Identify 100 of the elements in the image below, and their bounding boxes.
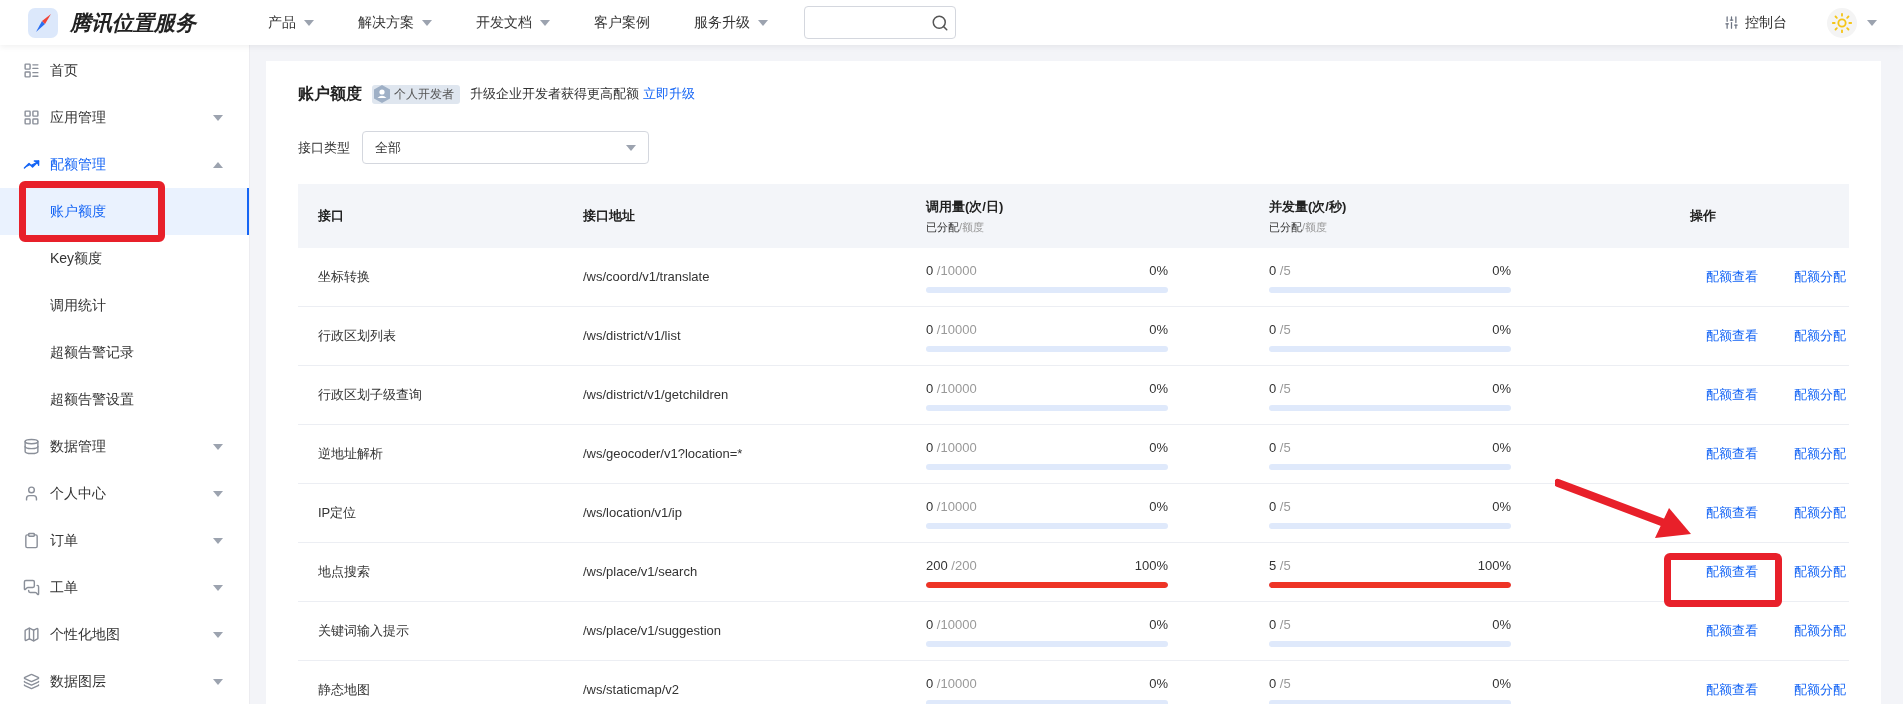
- usage-value: 0 /10000: [926, 380, 977, 399]
- avatar[interactable]: [1827, 7, 1857, 38]
- usage-percent: 0%: [1492, 675, 1511, 694]
- nav-menu[interactable]: 解决方案: [358, 12, 432, 33]
- action-link[interactable]: 配额查看: [1706, 267, 1758, 287]
- sidebar-item[interactable]: 个人中心: [0, 470, 249, 517]
- action-link[interactable]: 配额分配: [1794, 326, 1846, 346]
- action-link[interactable]: 配额分配: [1794, 621, 1846, 641]
- caret-icon: [422, 19, 432, 26]
- usage-percent: 0%: [1149, 439, 1168, 458]
- usage-percent: 0%: [1149, 380, 1168, 399]
- column-header: 接口地址: [583, 207, 636, 226]
- upgrade-link[interactable]: 立即升级: [643, 84, 695, 104]
- usage-value: 0 /10000: [926, 262, 977, 281]
- usage-value: 0 /10000: [926, 439, 977, 458]
- sidebar-subitem[interactable]: 调用统计: [0, 282, 249, 329]
- sidebar-item[interactable]: 工单: [0, 564, 249, 611]
- usage-percent: 0%: [1149, 262, 1168, 281]
- chat-icon: [23, 579, 40, 596]
- console-button[interactable]: 控制台: [1724, 12, 1787, 33]
- page-title: 账户额度: [298, 84, 362, 104]
- usage-value: 0 /10000: [926, 498, 977, 517]
- action-link[interactable]: 配额分配: [1794, 680, 1846, 700]
- nav-menu[interactable]: 客户案例: [594, 12, 650, 33]
- sidebar-subitem[interactable]: 账户额度: [0, 188, 249, 235]
- table-cell: 逆地址解析: [318, 446, 383, 462]
- caret-icon: [304, 19, 314, 26]
- table-cell: 静态地图: [318, 682, 370, 698]
- nav-menu[interactable]: 开发文档: [476, 12, 550, 33]
- action-link[interactable]: 配额分配: [1794, 503, 1846, 523]
- table-cell: 行政区划列表: [318, 328, 396, 344]
- list-icon: [23, 62, 40, 79]
- action-link[interactable]: 配额查看: [1706, 385, 1758, 405]
- user-icon: [23, 485, 40, 502]
- action-link[interactable]: 配额查看: [1706, 444, 1758, 464]
- sidebar-subitem[interactable]: Key额度: [0, 235, 249, 282]
- caret-icon: [213, 584, 223, 591]
- usage-percent: 0%: [1492, 262, 1511, 281]
- nav-menu[interactable]: 产品: [268, 12, 314, 33]
- nav-menu[interactable]: 服务升级: [694, 12, 768, 33]
- brand-name: 腾讯位置服务: [70, 9, 196, 36]
- sidebar-item[interactable]: 应用管理: [0, 94, 249, 141]
- action-link[interactable]: 配额分配: [1794, 267, 1846, 287]
- action-link[interactable]: 配额查看: [1706, 621, 1758, 641]
- sidebar-subitem[interactable]: 超额告警设置: [0, 376, 249, 423]
- action-link[interactable]: 配额分配: [1794, 562, 1846, 582]
- sidebar-item[interactable]: 订单: [0, 517, 249, 564]
- column-header: 接口: [318, 207, 345, 226]
- table-cell: 地点搜索: [318, 564, 370, 580]
- caret-icon: [213, 161, 223, 168]
- grid-icon: [23, 109, 40, 126]
- action-link[interactable]: 配额分配: [1794, 385, 1846, 405]
- usage-value: 0 /5: [1269, 321, 1291, 340]
- sidebar-item[interactable]: 个性化地图: [0, 611, 249, 658]
- action-link[interactable]: 配额分配: [1794, 444, 1846, 464]
- map-icon: [23, 626, 40, 643]
- usage-value: 0 /5: [1269, 675, 1291, 694]
- sidebar-item[interactable]: 数据管理: [0, 423, 249, 470]
- table-cell: /ws/coord/v1/translate: [583, 269, 710, 285]
- action-link[interactable]: 配额查看: [1706, 503, 1758, 523]
- interface-type-select[interactable]: 全部: [362, 131, 649, 164]
- caret-icon: [626, 144, 636, 151]
- usage-percent: 0%: [1149, 321, 1168, 340]
- sidebar-item[interactable]: 配额管理: [0, 141, 249, 188]
- search-field[interactable]: [804, 6, 956, 39]
- usage-value: 200 /200: [926, 557, 977, 576]
- usage-percent: 0%: [1149, 675, 1168, 694]
- upgrade-notice: 升级企业开发者获得更高配额: [470, 85, 639, 104]
- usage-value: 0 /5: [1269, 262, 1291, 281]
- table-cell: IP定位: [318, 505, 357, 521]
- layers-icon: [23, 673, 40, 690]
- table-cell: /ws/staticmap/v2: [583, 682, 680, 698]
- action-link[interactable]: 配额查看: [1706, 680, 1758, 700]
- usage-value: 0 /10000: [926, 675, 977, 694]
- table-cell: /ws/district/v1/getchildren: [583, 387, 729, 403]
- caret-icon: [758, 19, 768, 26]
- table-cell: /ws/location/v1/ip: [583, 505, 682, 521]
- column-subheader: 已分配/额度: [1269, 219, 1329, 235]
- usage-value: 0 /10000: [926, 616, 977, 635]
- sidebar-item[interactable]: 首页: [0, 47, 249, 94]
- table-cell: /ws/district/v1/list: [583, 328, 681, 344]
- sidebar-subitem[interactable]: 超额告警记录: [0, 329, 249, 376]
- column-subheader: 已分配/额度: [926, 219, 986, 235]
- table-cell: 坐标转换: [318, 269, 370, 285]
- action-link[interactable]: 配额查看: [1706, 562, 1758, 582]
- usage-percent: 0%: [1492, 380, 1511, 399]
- usage-value: 0 /10000: [926, 321, 977, 340]
- usage-percent: 0%: [1149, 616, 1168, 635]
- usage-value: 0 /5: [1269, 439, 1291, 458]
- caret-icon: [540, 19, 550, 26]
- search-icon[interactable]: [931, 13, 949, 32]
- usage-value: 0 /5: [1269, 616, 1291, 635]
- column-header: 并发量(次/秒): [1269, 198, 1348, 216]
- sidebar-item[interactable]: 数据图层: [0, 658, 249, 704]
- usage-percent: 100%: [1477, 557, 1511, 576]
- usage-value: 0 /5: [1269, 498, 1291, 517]
- table-cell: /ws/geocoder/v1?location=*: [583, 446, 743, 462]
- action-link[interactable]: 配额查看: [1706, 326, 1758, 346]
- filter-label: 接口类型: [298, 138, 350, 157]
- caret-icon: [213, 114, 223, 121]
